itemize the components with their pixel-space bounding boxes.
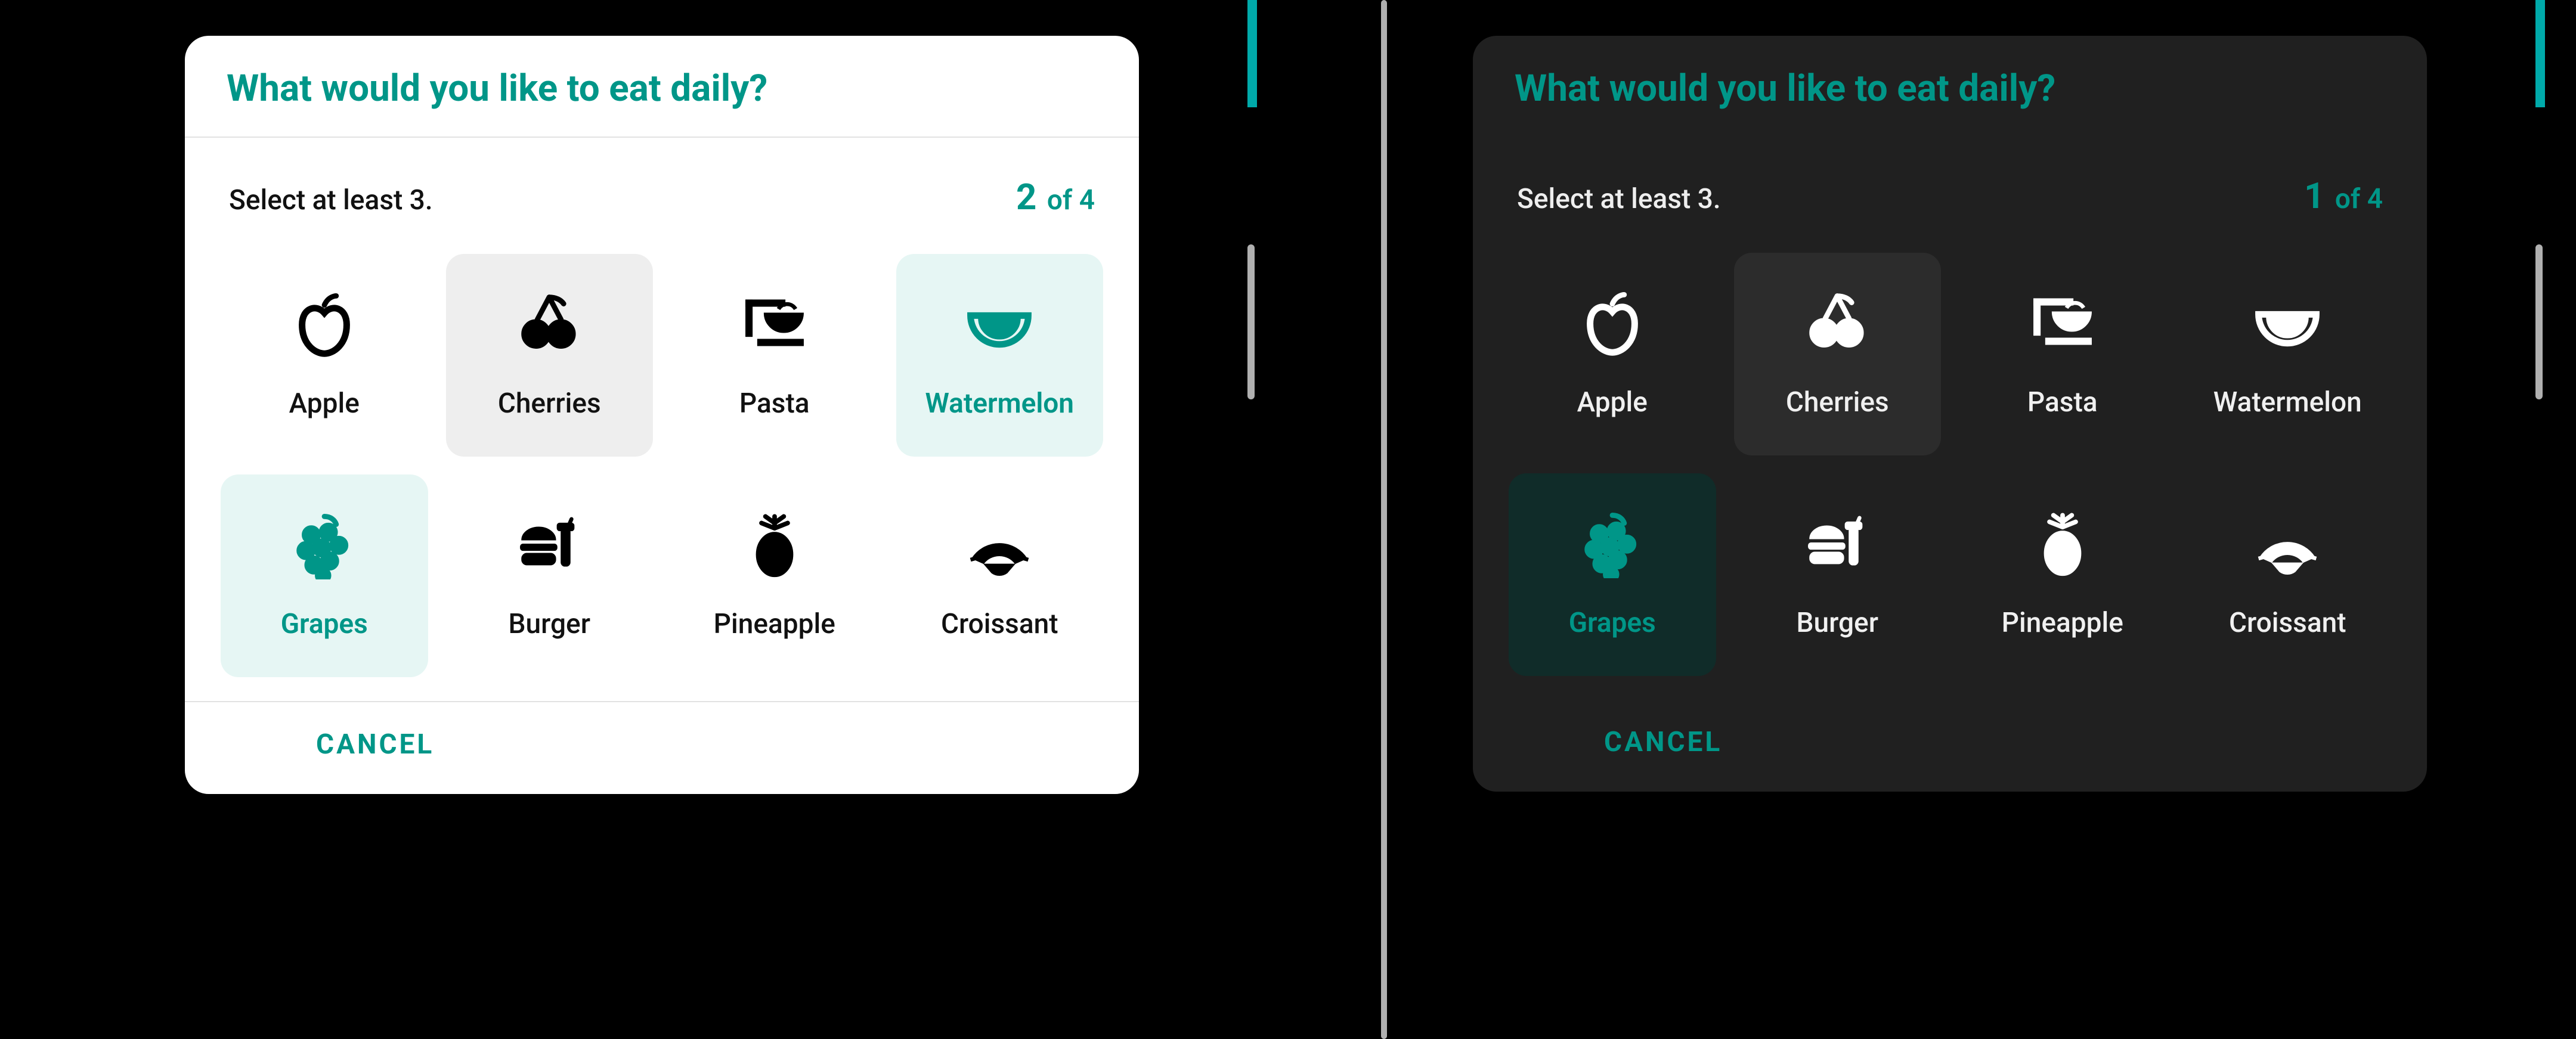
options-grid: Apple Cherries Pasta Watermelon Grapes Burger…	[185, 230, 1139, 701]
option-cherries[interactable]: Cherries	[1734, 253, 1942, 455]
phone-screen: What would you like to eat daily?Select …	[1389, 0, 2534, 1039]
phone-mock-dark: What would you like to eat daily?Select …	[1389, 0, 2534, 1039]
option-label: Croissant	[941, 608, 1058, 640]
option-burger[interactable]: Burger	[1734, 473, 1942, 676]
option-label: Grapes	[281, 608, 368, 640]
instruction-text: Select at least 3.	[1517, 183, 1721, 215]
pasta-icon	[2030, 292, 2095, 358]
option-pineapple[interactable]: Pineapple	[1959, 473, 2166, 676]
selection-count: 2	[1016, 176, 1036, 218]
croissant-icon	[967, 514, 1032, 579]
phone-screen: What would you like to eat daily?Select …	[101, 0, 1246, 1039]
burger-icon	[516, 514, 582, 579]
selection-dialog: What would you like to eat daily?Select …	[185, 36, 1139, 794]
option-croissant[interactable]: Croissant	[2184, 473, 2392, 676]
option-label: Pasta	[739, 387, 810, 420]
options-grid: Apple Cherries Pasta Watermelon Grapes Burger…	[1473, 229, 2427, 700]
option-label: Pasta	[2027, 386, 2098, 418]
grapes-icon	[1580, 513, 1645, 578]
cancel-button[interactable]: CANCEL	[185, 728, 434, 761]
dialog-footer: CANCEL	[185, 701, 1139, 794]
dialog-title: What would you like to eat daily?	[185, 36, 1139, 138]
cherries-icon	[1804, 292, 1870, 358]
pasta-icon	[742, 293, 807, 359]
instruction-text: Select at least 3.	[229, 184, 433, 216]
selection-total: of 4	[2328, 183, 2383, 215]
croissant-icon	[2255, 513, 2320, 578]
option-label: Croissant	[2229, 607, 2346, 639]
option-pasta[interactable]: Pasta	[671, 254, 878, 457]
selection-of-label: of	[1047, 184, 1072, 216]
dialog-subheader: Select at least 3. 2 of 4	[185, 138, 1139, 230]
grapes-icon	[292, 514, 357, 579]
dialog-title: What would you like to eat daily?	[1473, 36, 2427, 137]
apple-icon	[1580, 292, 1645, 358]
pineapple-icon	[2030, 513, 2095, 578]
option-label: Cherries	[498, 387, 601, 420]
option-apple[interactable]: Apple	[1509, 253, 1716, 455]
option-label: Grapes	[1569, 607, 1656, 639]
option-cherries[interactable]: Cherries	[446, 254, 654, 457]
apple-icon	[292, 293, 357, 359]
option-label: Cherries	[1786, 386, 1889, 418]
selection-total-value: 4	[2367, 183, 2383, 215]
cherries-icon	[516, 293, 582, 359]
option-burger[interactable]: Burger	[446, 474, 654, 677]
selection-dialog: What would you like to eat daily?Select …	[1473, 36, 2427, 792]
option-label: Apple	[289, 387, 360, 420]
option-label: Apple	[1577, 386, 1648, 418]
option-apple[interactable]: Apple	[221, 254, 428, 457]
selection-total-value: 4	[1079, 184, 1095, 216]
option-croissant[interactable]: Croissant	[896, 474, 1104, 677]
option-label: Watermelon	[2213, 386, 2362, 418]
option-label: Watermelon	[925, 387, 1075, 420]
burger-icon	[1804, 513, 1870, 578]
option-label: Pineapple	[714, 608, 835, 640]
option-grapes[interactable]: Grapes	[1509, 473, 1716, 676]
option-label: Burger	[1797, 607, 1878, 639]
selection-count: 1	[2304, 175, 2324, 217]
watermelon-icon	[967, 293, 1032, 359]
selection-counter: 2 of 4	[1016, 176, 1095, 218]
dialog-footer: CANCEL	[1473, 700, 2427, 792]
option-grapes[interactable]: Grapes	[221, 474, 428, 677]
cancel-button[interactable]: CANCEL	[1473, 726, 1722, 758]
option-pasta[interactable]: Pasta	[1959, 253, 2166, 455]
option-pineapple[interactable]: Pineapple	[671, 474, 878, 677]
dialog-subheader: Select at least 3. 1 of 4	[1473, 137, 2427, 229]
selection-total: of 4	[1040, 184, 1095, 216]
selection-counter: 1 of 4	[2304, 175, 2383, 217]
option-label: Burger	[509, 608, 590, 640]
pineapple-icon	[742, 514, 807, 579]
option-label: Pineapple	[2002, 607, 2123, 639]
option-watermelon[interactable]: Watermelon	[2184, 253, 2392, 455]
selection-of-label: of	[2335, 183, 2360, 215]
watermelon-icon	[2255, 292, 2320, 358]
option-watermelon[interactable]: Watermelon	[896, 254, 1104, 457]
phone-mock-light: What would you like to eat daily?Select …	[101, 0, 1246, 1039]
